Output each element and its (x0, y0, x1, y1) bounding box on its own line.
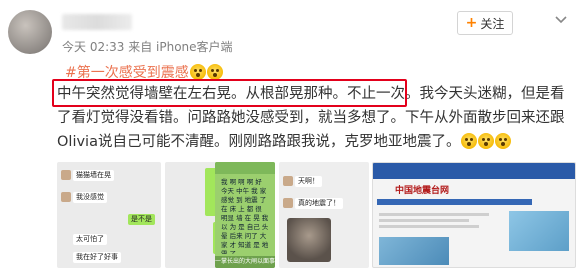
notes-caption: 一掌长出的大闸以面事 (215, 256, 275, 268)
chat-bubble: 天啊！ (295, 176, 322, 187)
post-meta: 今天 02:33 来自 iPhone客户端 (62, 40, 233, 54)
map-thumbnail (379, 237, 449, 265)
chat-avatar (283, 198, 293, 208)
post-line: 了看灯觉得没看错。问路路她没感受到，就当多想了。下午从外面散步回来还跟 (57, 110, 565, 126)
chat-bubble: 真的地震了！ (295, 198, 343, 209)
avatar[interactable] (8, 10, 52, 54)
site-logo-text: 中国地震台网 (395, 186, 450, 196)
shocked-face-emoji-icon (189, 64, 206, 80)
map-thumbnail (509, 211, 569, 251)
chevron-down-icon[interactable] (553, 12, 569, 28)
post-image-chat-3[interactable]: 天啊！ 真的地震了！ (279, 162, 369, 268)
post-image-website[interactable]: 中国地震台网 (372, 162, 576, 268)
chat-avatar (283, 176, 293, 186)
chat-bubble: 我没感觉 (73, 192, 107, 203)
follow-button[interactable]: + 关注 (457, 11, 513, 35)
username-blurred[interactable] (62, 14, 132, 30)
chat-bubble: 是不是 (128, 214, 155, 225)
shocked-face-emoji-icon (206, 64, 223, 80)
plus-icon: + (465, 15, 478, 31)
chat-photo (287, 218, 331, 262)
post-image-chat-1[interactable]: 猫猫墙在晃 我没感觉 是不是 太可怕了 我在好了好事 (57, 162, 161, 268)
chat-bubble: 我在好了好事 (73, 252, 121, 263)
shocked-face-emoji-icon (495, 133, 512, 149)
post-line-last: Olivia说自己可能不清醒。刚刚路路跟我说，克罗地亚地震了。 (57, 130, 577, 154)
notes-text: 我 啊 啊 啊 好 今天 中午 我 家 感觉 到 地震 了 在 床 上 都 很 … (221, 178, 269, 254)
post-image-notes[interactable]: 我 啊 啊 啊 好 今天 中午 我 家 感觉 到 地震 了 在 床 上 都 很 … (215, 162, 275, 268)
shocked-face-emoji-icon (461, 133, 478, 149)
chat-bubble: 太可怕了 (73, 234, 107, 245)
chat-avatar (61, 192, 71, 202)
follow-label: 关注 (480, 16, 505, 31)
highlight-annotation-box (52, 79, 407, 107)
shocked-face-emoji-icon (478, 133, 495, 149)
chat-avatar (61, 170, 71, 180)
chat-bubble: 猫猫墙在晃 (73, 170, 114, 181)
